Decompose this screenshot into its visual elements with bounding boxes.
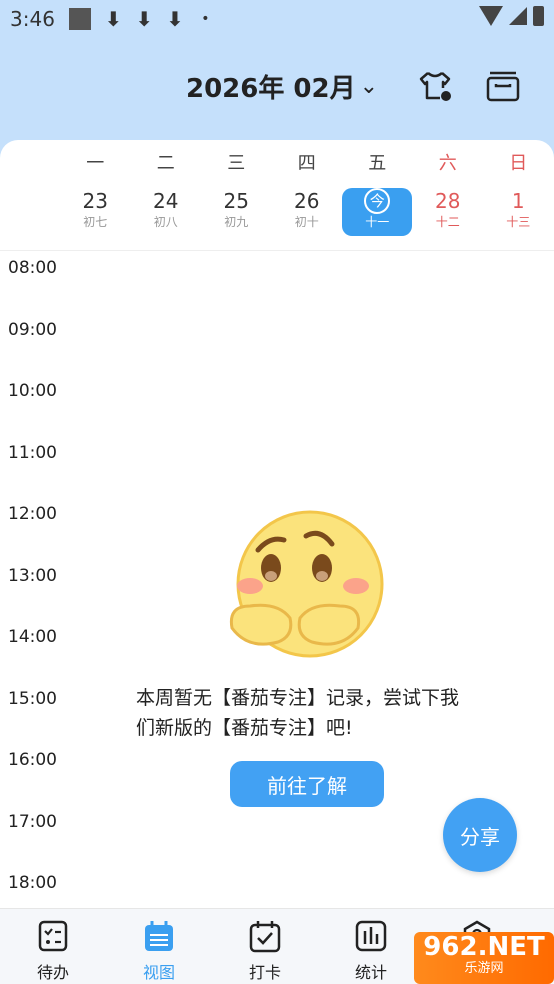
day-number: 24 bbox=[153, 189, 179, 213]
signal-icon bbox=[509, 7, 527, 25]
share-button[interactable]: 分享 bbox=[443, 798, 517, 872]
day-column[interactable]: 二 24 初八 bbox=[131, 150, 202, 236]
time-label: 11:00 bbox=[8, 442, 57, 463]
week-strip: 一 23 初七 二 24 初八 三 25 初九 四 26 初十 五 今 十一 六 bbox=[60, 150, 554, 236]
status-time: 3:46 bbox=[10, 7, 55, 31]
today-badge: 今 bbox=[364, 188, 391, 214]
shirt-icon[interactable] bbox=[418, 70, 452, 102]
lunar-date: 十二 bbox=[435, 215, 460, 229]
day-column[interactable]: 三 25 初九 bbox=[201, 150, 272, 236]
today-cell[interactable]: 今 十一 bbox=[342, 188, 413, 236]
empty-state-message: 本周暂无【番茄专注】记录，尝试下我 们新版的【番茄专注】吧! bbox=[136, 683, 486, 743]
watermark-logo: 962.NET 乐游网 bbox=[414, 932, 554, 984]
lunar-date: 十一 bbox=[365, 215, 390, 229]
weekday-label: 日 bbox=[509, 153, 528, 174]
status-bar: 3:46 ⬇ ⬇ ⬇ • bbox=[0, 0, 554, 38]
time-label: 09:00 bbox=[8, 319, 57, 340]
lunar-date: 初十 bbox=[294, 215, 319, 229]
nav-label-todo: 待办 bbox=[36, 963, 69, 982]
day-cell[interactable]: 26 初十 bbox=[272, 188, 342, 236]
time-label: 18:00 bbox=[8, 873, 57, 893]
lunar-date: 初九 bbox=[224, 215, 249, 229]
time-label: 16:00 bbox=[8, 750, 57, 770]
time-label: 10:00 bbox=[8, 381, 57, 401]
day-cell[interactable]: 25 初九 bbox=[201, 188, 271, 236]
stats-icon bbox=[355, 920, 387, 952]
nav-label-checkin: 打卡 bbox=[248, 963, 281, 982]
checkin-icon bbox=[249, 921, 281, 953]
nav-item-checkin[interactable]: 打卡 bbox=[212, 909, 318, 984]
day-number: 23 bbox=[82, 189, 108, 213]
empty-message-line1: 本周暂无【番茄专注】记录，尝试下我 bbox=[136, 687, 460, 709]
weekday-label: 四 bbox=[297, 153, 316, 174]
lunar-date: 初七 bbox=[83, 215, 108, 229]
time-label: 13:00 bbox=[8, 565, 57, 586]
day-cell[interactable]: 23 初七 bbox=[60, 188, 130, 236]
download-icon: ⬇ bbox=[104, 7, 122, 31]
download-icon: ⬇ bbox=[166, 7, 184, 31]
weekday-label: 三 bbox=[227, 153, 246, 174]
day-cell[interactable]: 1 十三 bbox=[483, 188, 553, 236]
nav-item-view[interactable]: 视图 bbox=[106, 909, 212, 984]
time-label: 12:00 bbox=[8, 504, 57, 524]
battery-icon bbox=[533, 6, 544, 26]
learn-more-button[interactable]: 前往了解 bbox=[230, 761, 384, 807]
day-number: 26 bbox=[294, 189, 320, 213]
lunar-date: 初八 bbox=[153, 215, 178, 229]
day-column[interactable]: 六 28 十二 bbox=[413, 150, 484, 236]
chevron-down-icon: ⌄ bbox=[359, 74, 379, 99]
nav-label-view: 视图 bbox=[142, 963, 175, 982]
weekday-label: 六 bbox=[438, 153, 457, 174]
day-cell[interactable]: 28 十二 bbox=[413, 188, 483, 236]
weekday-label: 五 bbox=[368, 153, 387, 174]
download-icon: ⬇ bbox=[135, 7, 153, 31]
time-label: 17:00 bbox=[8, 811, 57, 832]
watermark-sub: 乐游网 bbox=[464, 961, 504, 976]
wifi-icon bbox=[479, 6, 503, 26]
day-number: 1 bbox=[511, 189, 525, 213]
nav-label-stats: 统计 bbox=[354, 963, 387, 982]
day-cell[interactable]: 24 初八 bbox=[131, 188, 201, 236]
weekday-label: 一 bbox=[86, 153, 105, 174]
todo-icon bbox=[38, 920, 68, 952]
more-notifications-dot: • bbox=[201, 11, 210, 27]
divider bbox=[0, 250, 554, 251]
time-label: 14:00 bbox=[8, 627, 57, 647]
calendar-view-icon bbox=[145, 921, 173, 951]
day-column[interactable]: 四 26 初十 bbox=[272, 150, 343, 236]
time-label: 08:00 bbox=[8, 258, 57, 278]
nav-item-todo[interactable]: 待办 bbox=[0, 909, 106, 984]
month-title: 2026年 02月 bbox=[186, 74, 356, 104]
weekday-label: 二 bbox=[156, 153, 175, 174]
lunar-date: 十三 bbox=[506, 215, 531, 229]
day-number: 25 bbox=[223, 189, 249, 213]
day-column[interactable]: 一 23 初七 bbox=[60, 150, 131, 236]
nav-item-stats[interactable]: 统计 bbox=[318, 909, 424, 984]
calendar-box-icon[interactable] bbox=[486, 70, 520, 102]
empty-message-line2: 们新版的【番茄专注】吧! bbox=[136, 717, 353, 739]
day-column[interactable]: 日 1 十三 bbox=[483, 150, 554, 236]
day-number: 28 bbox=[435, 189, 461, 213]
watermark-main: 962.NET bbox=[423, 932, 545, 962]
day-column-today[interactable]: 五 今 十一 bbox=[342, 150, 413, 236]
month-selector[interactable]: 2026年 02月 ⌄ bbox=[186, 68, 378, 105]
worried-emoji-illustration bbox=[229, 510, 384, 658]
time-label: 15:00 bbox=[8, 688, 57, 709]
notification-square-icon bbox=[68, 8, 91, 30]
